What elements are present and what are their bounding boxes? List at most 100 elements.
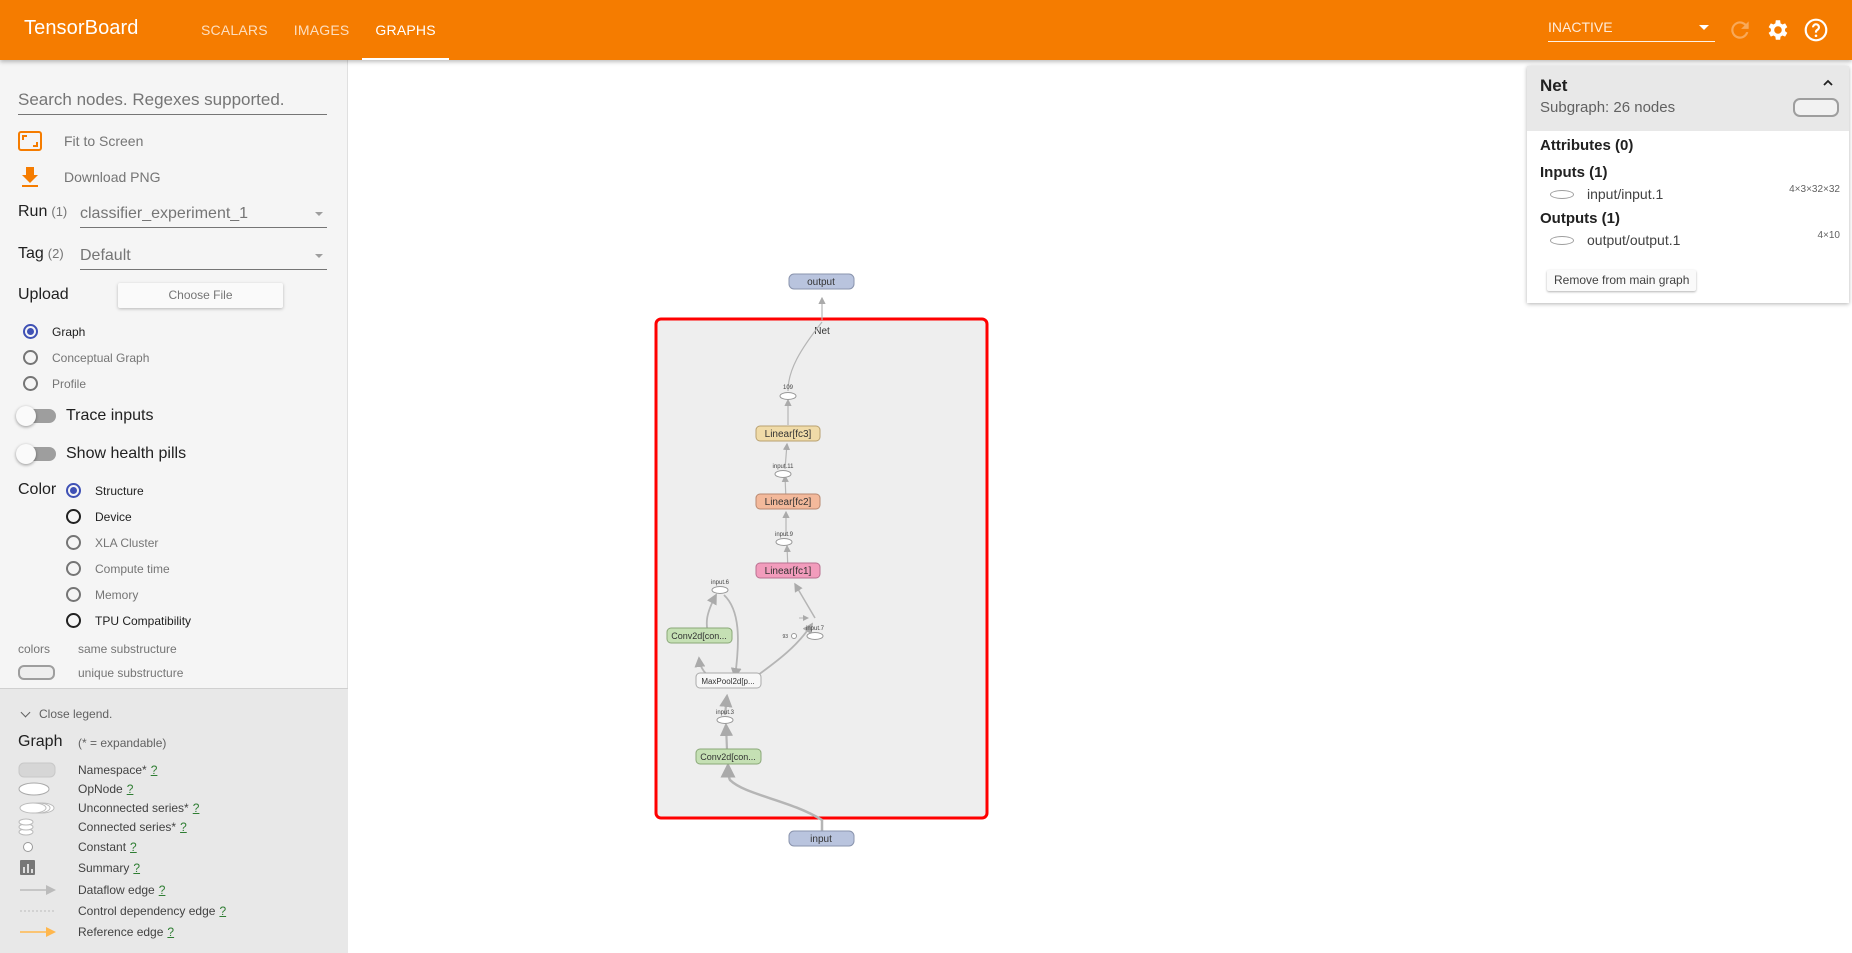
radio-button bbox=[23, 324, 38, 339]
legend-item-dataflow-edge: Dataflow edge? bbox=[18, 881, 338, 899]
info-card-header: Net Subgraph: 26 nodes bbox=[1527, 66, 1849, 131]
radio-color-memory[interactable]: Memory bbox=[66, 587, 138, 602]
radio-button bbox=[66, 561, 81, 576]
unique-substructure-label: unique substructure bbox=[78, 666, 184, 680]
refresh-icon[interactable] bbox=[1727, 17, 1753, 43]
legend-item-namespace: Namespace*? bbox=[18, 761, 338, 779]
toggle-knob bbox=[16, 406, 36, 426]
download-icon bbox=[22, 167, 38, 187]
radio-color-structure[interactable]: Structure bbox=[66, 483, 144, 498]
namespace-shape-icon bbox=[1793, 98, 1839, 117]
net-namespace[interactable] bbox=[654, 317, 989, 820]
run-label: Run (1) bbox=[18, 203, 68, 220]
tab-scalars[interactable]: SCALARS bbox=[188, 0, 281, 60]
opnode-icon bbox=[18, 782, 50, 796]
help-link[interactable]: ? bbox=[167, 925, 174, 939]
plugin-tabs: SCALARS IMAGES GRAPHS bbox=[188, 0, 450, 60]
radio-color-tpu-compatibility[interactable]: TPU Compatibility bbox=[66, 613, 191, 628]
remove-from-main-graph-button[interactable]: Remove from main graph bbox=[1547, 270, 1697, 291]
help-icon[interactable] bbox=[1803, 17, 1829, 43]
radio-graph[interactable]: Graph bbox=[23, 324, 85, 339]
linear-fc2-label: Linear[fc2] bbox=[765, 497, 812, 508]
dropdown-value: INACTIVE bbox=[1548, 19, 1613, 35]
tag-label: Tag (2) bbox=[18, 245, 64, 262]
radio-button bbox=[66, 613, 81, 628]
upload-label: Upload bbox=[18, 286, 69, 303]
colors-key-label: colors bbox=[18, 642, 51, 656]
help-link[interactable]: ? bbox=[180, 820, 187, 834]
linear-fc3-label: Linear[fc3] bbox=[765, 429, 812, 440]
radio-conceptual-graph[interactable]: Conceptual Graph bbox=[23, 350, 149, 365]
help-link[interactable]: ? bbox=[159, 883, 166, 897]
input-row[interactable]: input/input.1 4×3×32×32 bbox=[1550, 184, 1840, 204]
chevron-down-icon bbox=[315, 212, 323, 216]
constant-icon bbox=[23, 842, 33, 852]
help-link[interactable]: ? bbox=[130, 840, 137, 854]
node-subtitle: Subgraph: 26 nodes bbox=[1540, 99, 1676, 116]
radio-button bbox=[23, 376, 38, 391]
outputs-heading: Outputs (1) bbox=[1540, 210, 1620, 227]
choose-file-button[interactable]: Choose File bbox=[118, 283, 283, 308]
tag-value: Default bbox=[80, 247, 131, 264]
graph-legend: Close legend. Graph (* = expandable) Nam… bbox=[0, 688, 348, 953]
inactive-plugins-dropdown[interactable]: INACTIVE bbox=[1548, 16, 1715, 42]
close-legend-button[interactable]: Close legend. bbox=[20, 707, 112, 721]
settings-gear-icon[interactable] bbox=[1764, 17, 1790, 43]
help-link[interactable]: ? bbox=[151, 763, 158, 777]
opnode-icon bbox=[1550, 190, 1574, 199]
control-dependency-edge-icon bbox=[20, 910, 56, 912]
radio-color-compute-time[interactable]: Compute time bbox=[66, 561, 170, 576]
input-7-node[interactable] bbox=[806, 632, 824, 640]
tab-graphs[interactable]: GRAPHS bbox=[362, 0, 450, 60]
dataflow-edge-icon bbox=[20, 885, 56, 895]
node-109[interactable] bbox=[779, 392, 797, 400]
radio-button bbox=[66, 587, 81, 602]
node-search-input[interactable]: Search nodes. Regexes supported. bbox=[18, 90, 327, 115]
fit-to-screen-button[interactable]: Fit to Screen bbox=[18, 129, 143, 153]
node-title: Net bbox=[1540, 76, 1568, 95]
radio-color-device[interactable]: Device bbox=[66, 509, 132, 524]
input-6-node[interactable] bbox=[711, 586, 729, 594]
legend-item-reference-edge: Reference edge? bbox=[18, 923, 338, 941]
chevron-down-icon bbox=[315, 254, 323, 258]
radio-profile[interactable]: Profile bbox=[23, 376, 86, 391]
attributes-heading: Attributes (0) bbox=[1540, 137, 1634, 154]
tag-dropdown[interactable]: Default bbox=[80, 244, 327, 270]
reference-edge-icon bbox=[20, 927, 56, 937]
run-dropdown[interactable]: classifier_experiment_1 bbox=[80, 202, 327, 228]
tab-images[interactable]: IMAGES bbox=[281, 0, 363, 60]
chevron-up-icon[interactable] bbox=[1821, 76, 1835, 90]
chevron-down-icon bbox=[20, 707, 31, 717]
input-3-node[interactable] bbox=[716, 716, 734, 724]
legend-item-control-edge: Control dependency edge? bbox=[18, 902, 338, 920]
legend-item-summary: Summary? bbox=[18, 859, 338, 877]
health-pills-toggle[interactable]: Show health pills bbox=[16, 442, 186, 466]
namespace-icon bbox=[18, 762, 56, 778]
linear-fc1-label: Linear[fc1] bbox=[765, 566, 812, 577]
conv2d-bottom-label: Conv2d[con... bbox=[700, 752, 756, 762]
app-title: TensorBoard bbox=[24, 17, 139, 39]
trace-inputs-toggle[interactable]: Trace inputs bbox=[16, 404, 153, 428]
input-9-node[interactable] bbox=[775, 538, 793, 546]
help-link[interactable]: ? bbox=[127, 782, 134, 796]
output-row[interactable]: output/output.1 4×10 bbox=[1550, 230, 1840, 250]
help-link[interactable]: ? bbox=[133, 861, 140, 875]
radio-button bbox=[66, 535, 81, 550]
dropdown-caret-icon bbox=[1699, 25, 1709, 30]
input-6-label: input.6 bbox=[711, 580, 730, 586]
download-png-button[interactable]: Download PNG bbox=[18, 165, 161, 189]
download-png-label: Download PNG bbox=[64, 169, 161, 185]
input-11-node[interactable] bbox=[774, 470, 792, 478]
help-link[interactable]: ? bbox=[219, 904, 226, 918]
constant-93-node[interactable] bbox=[791, 633, 797, 639]
input-3-label: input.3 bbox=[716, 710, 735, 716]
input-7-label: input.7 bbox=[806, 626, 825, 632]
radio-color-xla-cluster[interactable]: XLA Cluster bbox=[66, 535, 158, 550]
opnode-icon bbox=[1550, 236, 1574, 245]
help-link[interactable]: ? bbox=[193, 801, 200, 815]
conv2d-top-label: Conv2d[con... bbox=[671, 631, 727, 641]
constant-93-label: 93 bbox=[782, 634, 788, 640]
run-value: classifier_experiment_1 bbox=[80, 205, 249, 222]
summary-icon bbox=[20, 860, 35, 875]
node-info-card: Net Subgraph: 26 nodes Attributes (0) In… bbox=[1527, 66, 1849, 303]
